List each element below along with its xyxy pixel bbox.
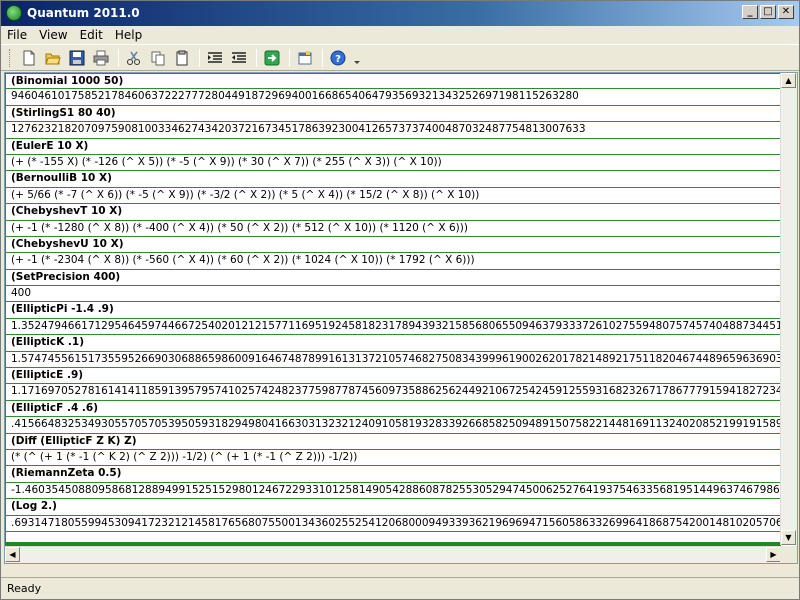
status-bar: Ready [1, 577, 799, 599]
toolbar: ? [1, 44, 799, 71]
paste-icon[interactable] [171, 47, 193, 69]
cell-output[interactable]: (+ -1 (* -1280 (^ X 8)) (* -400 (^ X 4))… [5, 220, 781, 237]
window-icon[interactable] [294, 47, 316, 69]
new-document-icon[interactable] [18, 47, 40, 69]
toolbar-grip[interactable] [9, 48, 12, 67]
toolbar-overflow-icon[interactable] [351, 47, 363, 69]
cell-output[interactable]: 1.57474556151735595266903068865986009164… [5, 351, 781, 369]
cell-input[interactable]: (ChebyshevU 10 X) [5, 236, 781, 254]
cell-input[interactable]: (RiemannZeta 0.5) [5, 466, 781, 483]
worksheet-document[interactable]: (Binomial 1000 50) 946046101758521784606… [5, 73, 781, 547]
cell-input[interactable]: (EulerE 10 X) [5, 138, 781, 155]
app-icon [6, 5, 22, 21]
cell-output[interactable]: (+ -1 (* -2304 (^ X 8)) (* -560 (^ X 4))… [5, 253, 781, 270]
cell-output[interactable]: 1276232182070975908100334627434203721673… [5, 122, 781, 139]
cell-input[interactable]: (ChebyshevT 10 X) [5, 204, 781, 221]
vertical-scrollbar[interactable]: ▲ ▼ [780, 73, 797, 545]
cell-input[interactable]: (EllipticF .4 .6) [5, 400, 781, 418]
cell-output[interactable]: .693147180559945309417232121458176568075… [5, 515, 781, 532]
cell-output[interactable]: 9460461017585217846063722277728044918729… [5, 89, 781, 106]
cell-output[interactable]: 400 [5, 286, 781, 303]
indent-icon[interactable] [204, 47, 226, 69]
cell-input[interactable]: (Diff (EllipticF Z K) Z) [5, 433, 781, 450]
menu-help[interactable]: Help [115, 28, 142, 42]
scroll-right-icon[interactable]: ▶ [766, 547, 781, 562]
cell-output[interactable]: 1.17169705278161414118591395795741025742… [5, 384, 781, 401]
maximize-button[interactable]: □ [760, 5, 776, 19]
menu-file[interactable]: File [7, 28, 27, 42]
cell-output[interactable]: (+ (* -155 X) (* -126 (^ X 5)) (* -5 (^ … [5, 154, 781, 172]
menu-bar: File View Edit Help [1, 26, 799, 44]
cell-output[interactable]: .415664832534930557057053950593182949804… [5, 417, 781, 434]
window-title: Quantum 2011.0 [27, 6, 140, 20]
toolbar-separator [322, 48, 323, 67]
window-controls: _ □ ✕ [742, 5, 794, 19]
horizontal-scrollbar[interactable]: ◀ ▶ [5, 546, 781, 563]
cell-input[interactable]: (EllipticK .1) [5, 335, 781, 352]
app-window: Quantum 2011.0 _ □ ✕ File View Edit Help [0, 0, 800, 600]
svg-text:?: ? [335, 54, 341, 65]
scroll-left-icon[interactable]: ◀ [5, 547, 20, 562]
cell-input[interactable]: (Log 2.) [5, 499, 781, 516]
cell-output[interactable]: (* (^ (+ 1 (* -1 (^ K 2) (^ Z 2))) -1/2)… [5, 449, 781, 467]
menu-view[interactable]: View [39, 28, 67, 42]
toolbar-separator [289, 48, 290, 67]
cell-input[interactable]: (EllipticPi -1.4 .9) [5, 302, 781, 319]
cell-input[interactable]: (BernoulliB 10 X) [5, 171, 781, 188]
cell-input[interactable]: (EllipticE .9) [5, 368, 781, 385]
title-bar[interactable]: Quantum 2011.0 _ □ ✕ [1, 1, 799, 26]
toolbar-separator [199, 48, 200, 67]
cell-output[interactable]: (+ 5/66 (* -7 (^ X 6)) (* -5 (^ X 9)) (*… [5, 187, 781, 205]
toolbar-separator [118, 48, 119, 67]
cell-input[interactable]: (Binomial 1000 50) [5, 73, 781, 90]
run-icon[interactable] [261, 47, 283, 69]
scrollbar-corner [780, 546, 797, 563]
cell-output[interactable]: -1.4603545088095868128894991525152980124… [5, 482, 781, 500]
open-folder-icon[interactable] [42, 47, 64, 69]
toolbar-separator [256, 48, 257, 67]
cell-input[interactable]: (StirlingS1 80 40) [5, 105, 781, 123]
print-icon[interactable] [90, 47, 112, 69]
worksheet-area[interactable]: (Binomial 1000 50) 946046101758521784606… [4, 72, 798, 564]
scroll-up-icon[interactable]: ▲ [781, 73, 796, 88]
cut-icon[interactable] [123, 47, 145, 69]
close-button[interactable]: ✕ [778, 5, 794, 19]
cell-input[interactable]: (SetPrecision 400) [5, 269, 781, 287]
copy-icon[interactable] [147, 47, 169, 69]
help-icon[interactable]: ? [327, 47, 349, 69]
outdent-icon[interactable] [228, 47, 250, 69]
menu-edit[interactable]: Edit [80, 28, 103, 42]
save-icon[interactable] [66, 47, 88, 69]
minimize-button[interactable]: _ [742, 5, 758, 19]
scroll-down-icon[interactable]: ▼ [781, 530, 796, 545]
cell-output[interactable]: 1.35247946617129546459744667254020121215… [5, 318, 781, 336]
